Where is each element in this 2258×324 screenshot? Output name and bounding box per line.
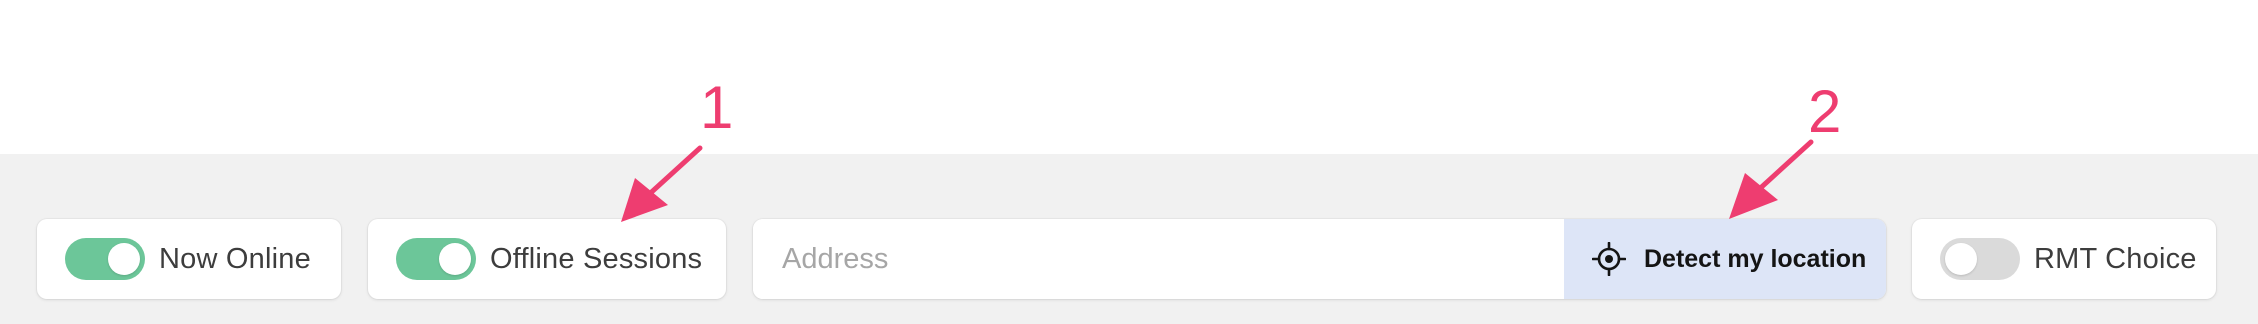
now-online-filter[interactable]: Now Online (37, 219, 341, 299)
address-input[interactable] (753, 219, 1564, 299)
offline-sessions-toggle[interactable] (396, 238, 476, 280)
now-online-label: Now Online (159, 242, 311, 275)
rmt-choice-label: RMT Choice (2034, 242, 2197, 275)
page: Now Online Offline Sessions Detect my lo… (0, 0, 2258, 324)
now-online-toggle[interactable] (65, 238, 145, 280)
annotation-number-2: 2 (1808, 78, 1842, 145)
rmt-choice-filter[interactable]: RMT Choice (1912, 219, 2216, 299)
offline-sessions-label: Offline Sessions (490, 242, 703, 275)
location-crosshair-icon (1592, 242, 1626, 276)
toggle-knob (439, 243, 471, 275)
detect-location-label: Detect my location (1644, 244, 1867, 273)
toggle-knob (108, 243, 140, 275)
rmt-choice-toggle[interactable] (1940, 238, 2020, 280)
detect-location-button[interactable]: Detect my location (1564, 219, 1886, 299)
toggle-knob (1945, 243, 1977, 275)
annotation-number-1: 1 (700, 74, 734, 141)
offline-sessions-filter[interactable]: Offline Sessions (368, 219, 726, 299)
address-search: Detect my location (753, 219, 1886, 299)
